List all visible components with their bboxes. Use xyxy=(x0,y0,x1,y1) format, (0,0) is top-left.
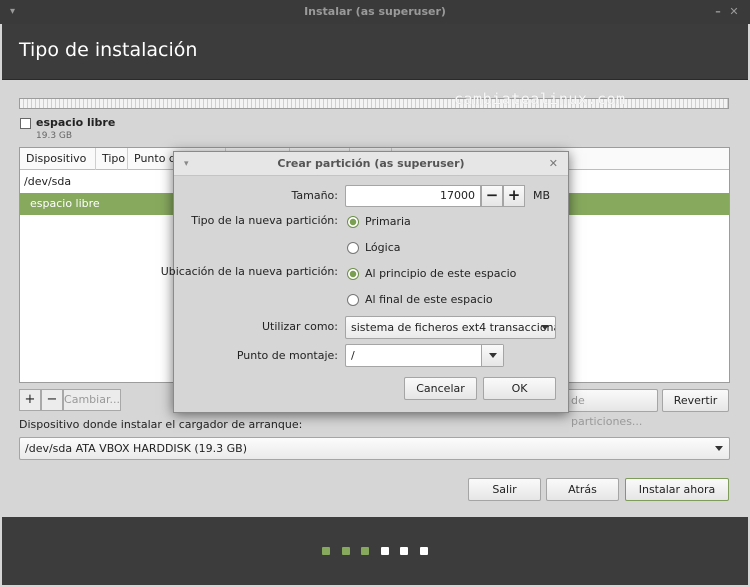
mount-point-label: Punto de montaje: xyxy=(236,349,338,362)
size-decrement-button[interactable]: − xyxy=(481,185,503,207)
radio-primary-label[interactable]: Primaria xyxy=(365,215,411,228)
window-menu-icon[interactable]: ▾ xyxy=(10,0,15,24)
size-unit: MB xyxy=(533,189,551,202)
radio-location-start-label[interactable]: Al principio de este espacio xyxy=(365,267,516,280)
column-device[interactable]: Dispositivo xyxy=(20,148,96,170)
mount-point-dropdown-button[interactable] xyxy=(481,345,503,366)
back-button[interactable]: Atrás xyxy=(546,478,619,501)
minimize-icon[interactable]: – xyxy=(710,0,726,24)
add-partition-button[interactable]: + xyxy=(19,389,41,411)
use-as-select[interactable]: sistema de ficheros ext4 transaccional xyxy=(345,316,556,339)
mount-point-combo[interactable]: / xyxy=(345,344,504,367)
bootloader-select[interactable]: /dev/sda ATA VBOX HARDDISK (19.3 GB) xyxy=(19,437,730,460)
use-as-label: Utilizar como: xyxy=(262,320,338,333)
window-titlebar: ▾ Instalar (as superuser) – ✕ xyxy=(0,0,750,24)
cancel-button[interactable]: Cancelar xyxy=(404,377,477,400)
column-type[interactable]: Tipo xyxy=(96,148,128,170)
free-space-size: 19.3 GB xyxy=(36,131,73,141)
free-space-label: espacio libre xyxy=(36,116,116,129)
revert-button[interactable]: Revertir xyxy=(662,389,729,412)
progress-dot-pending xyxy=(400,547,408,555)
size-input[interactable]: 17000 xyxy=(345,185,481,207)
size-increment-button[interactable]: + xyxy=(503,185,525,207)
page-header: Tipo de instalación xyxy=(2,24,748,80)
radio-logical-label[interactable]: Lógica xyxy=(365,241,401,254)
location-label: Ubicación de la nueva partición: xyxy=(160,265,338,278)
partition-type-label: Tipo de la nueva partición: xyxy=(191,214,338,227)
window-controls: – ✕ xyxy=(710,0,742,24)
create-partition-dialog: ▾ Crear partición (as superuser) ✕ Tamañ… xyxy=(161,151,569,413)
progress-dot-pending xyxy=(380,547,389,555)
use-as-value: sistema de ficheros ext4 transaccional xyxy=(351,321,556,334)
watermark: cambiatealinux.com xyxy=(454,90,626,108)
radio-primary[interactable] xyxy=(347,216,359,228)
bootloader-label: Dispositivo donde instalar el cargador d… xyxy=(19,418,303,431)
bootloader-value: /dev/sda ATA VBOX HARDDISK (19.3 GB) xyxy=(25,442,248,455)
dialog-title: Crear partición (as superuser) xyxy=(277,157,465,170)
progress-dot-done xyxy=(341,547,350,555)
close-icon[interactable]: ✕ xyxy=(726,0,742,24)
chevron-down-icon xyxy=(715,446,723,451)
chevron-down-icon xyxy=(489,353,497,358)
quit-button[interactable]: Salir xyxy=(468,478,541,501)
mount-point-value: / xyxy=(351,349,355,362)
new-partition-table-button[interactable]: de particiones... xyxy=(562,389,658,428)
page-title: Tipo de instalación xyxy=(19,39,198,61)
dialog-menu-icon[interactable]: ▾ xyxy=(184,152,189,176)
chevron-down-icon xyxy=(541,325,549,330)
free-space-checkbox[interactable] xyxy=(20,118,31,129)
radio-logical[interactable] xyxy=(347,242,359,254)
remove-partition-button[interactable]: − xyxy=(41,389,63,411)
footer-progress xyxy=(2,517,748,585)
progress-dot-pending xyxy=(419,547,428,555)
radio-location-end[interactable] xyxy=(347,294,359,306)
radio-location-start[interactable] xyxy=(347,268,359,280)
progress-dot-done xyxy=(322,547,330,555)
change-partition-button[interactable]: Cambiar... xyxy=(63,389,121,411)
install-now-button[interactable]: Instalar ahora xyxy=(625,478,729,501)
ok-button[interactable]: OK xyxy=(483,377,556,400)
dialog-titlebar: ▾ Crear partición (as superuser) ✕ xyxy=(174,152,568,176)
dialog-close-icon[interactable]: ✕ xyxy=(549,152,558,176)
window-title: Instalar (as superuser) xyxy=(304,5,446,18)
radio-location-end-label[interactable]: Al final de este espacio xyxy=(365,293,493,306)
progress-dot-done xyxy=(361,547,369,555)
size-label: Tamaño: xyxy=(291,189,338,202)
